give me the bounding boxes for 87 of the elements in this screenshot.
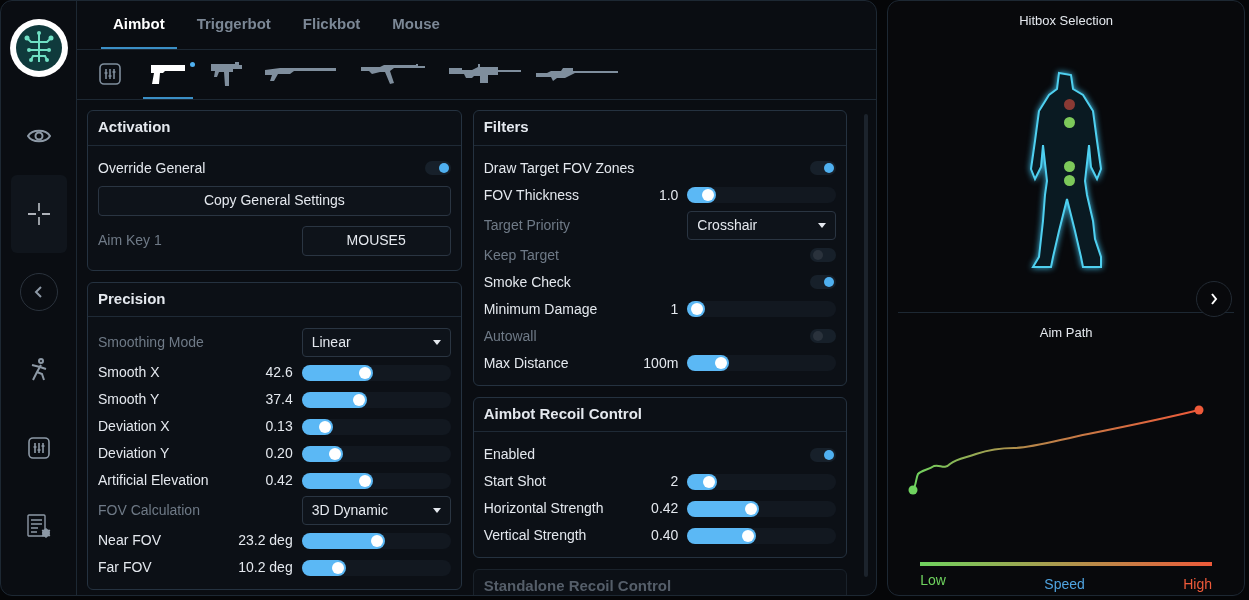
chevron-right-icon <box>1210 292 1218 305</box>
setting-label: Artificial Elevation <box>98 471 210 490</box>
caret-icon <box>432 340 441 345</box>
card-title: Filters <box>473 111 847 146</box>
setting-label: Override General <box>98 158 207 178</box>
setting-label: Draw Target FOV Zones <box>483 158 636 178</box>
slider-track[interactable] <box>301 364 451 381</box>
slider-track[interactable] <box>687 500 837 517</box>
setting-label: Far FOV <box>98 558 153 577</box>
setting-label: Horizontal Strength <box>483 499 605 518</box>
setting-label: Max Distance <box>483 353 570 373</box>
legend-label: High <box>1183 575 1212 594</box>
setting-label: Enabled <box>483 445 537 464</box>
setting-label: Near FOV <box>98 531 162 550</box>
toggle-switch[interactable] <box>424 161 451 175</box>
slider-track[interactable] <box>687 301 837 317</box>
slider-track[interactable] <box>301 391 451 408</box>
machine-gun-icon <box>448 62 522 85</box>
setting-label: Deviation X <box>98 417 171 436</box>
copy-settings-button[interactable]: Copy General Settings <box>98 185 451 216</box>
modified-dot <box>190 62 195 67</box>
slider-value: 0.40 <box>651 526 679 545</box>
setting-label: Aim Key 1 <box>98 231 163 250</box>
rifle-icon <box>360 62 426 85</box>
hitbox-point[interactable] <box>1064 116 1076 128</box>
slider-value: 1 <box>670 299 679 319</box>
caret-icon <box>818 222 827 228</box>
slider-track[interactable] <box>687 187 837 203</box>
card-title: Standalone Recoil Control <box>482 576 673 595</box>
sliders-icon <box>98 61 122 86</box>
hitbox-point[interactable] <box>1064 160 1076 172</box>
legend-label: Low <box>920 571 946 590</box>
setting-label: FOV Thickness <box>483 185 581 205</box>
tab[interactable]: Mouse <box>380 1 452 49</box>
slider-value: 100m <box>643 353 679 373</box>
card-title: Precision <box>88 282 461 317</box>
card-title: Aimbot Recoil Control <box>473 397 847 432</box>
list-bug-icon <box>25 513 52 539</box>
setting-label: Minimum Damage <box>483 299 599 319</box>
caret-icon <box>432 508 441 513</box>
slider-value: 42.6 <box>265 363 293 382</box>
slider-value: 10.2 deg <box>238 558 293 577</box>
setting-label: FOV Calculation <box>98 501 201 520</box>
hitbox-point[interactable] <box>1064 174 1076 186</box>
setting-label: Smooth Y <box>98 390 161 409</box>
panel-title: Hitbox Selection <box>1018 12 1115 30</box>
toggle-switch[interactable] <box>810 275 837 289</box>
eye-icon <box>25 127 52 145</box>
setting-label: Vertical Strength <box>483 526 588 545</box>
slider-value: 23.2 deg <box>238 531 293 550</box>
card-title: Activation <box>88 111 461 146</box>
setting-label: Target Priority <box>483 215 572 235</box>
slider-track[interactable] <box>687 473 837 490</box>
setting-label: Deviation Y <box>98 444 171 463</box>
slider-value: 1.0 <box>658 185 679 205</box>
crosshair-icon <box>26 202 51 226</box>
slider-track[interactable] <box>687 527 837 544</box>
panel-title: Aim Path <box>1038 324 1094 342</box>
toggle-switch[interactable] <box>810 161 837 175</box>
slider-track[interactable] <box>301 445 451 462</box>
slider-track[interactable] <box>301 418 451 435</box>
tab[interactable]: Flickbot <box>290 1 373 49</box>
setting-label: Start Shot <box>483 472 547 491</box>
slider-value: 2 <box>670 472 679 491</box>
toggle-switch[interactable] <box>810 447 837 462</box>
slider-track[interactable] <box>301 559 451 576</box>
setting-label: Keep Target <box>483 245 560 265</box>
pistol-icon <box>149 62 187 85</box>
slider-value: 0.20 <box>265 444 293 463</box>
logo-icon <box>9 19 68 77</box>
slider-track[interactable] <box>301 532 451 549</box>
tab[interactable]: Triggerbot <box>184 1 283 49</box>
setting-label: Smooth X <box>98 363 161 382</box>
setting-label: Smoothing Mode <box>98 333 205 352</box>
slider-track[interactable] <box>301 472 451 489</box>
slider-value: 0.42 <box>265 471 293 490</box>
slider-value: 0.42 <box>651 499 679 518</box>
setting-label: Smoke Check <box>483 272 572 292</box>
legend-label: Speed <box>1044 575 1085 594</box>
sliders-icon <box>26 436 51 460</box>
slider-value: 37.4 <box>265 390 293 409</box>
slider-value: 0.13 <box>265 417 293 436</box>
smg-icon <box>209 60 243 87</box>
next-button[interactable] <box>1196 280 1232 317</box>
slider-track[interactable] <box>687 355 837 371</box>
tab[interactable]: Aimbot <box>101 1 177 49</box>
setting-label: Autowall <box>483 326 538 346</box>
